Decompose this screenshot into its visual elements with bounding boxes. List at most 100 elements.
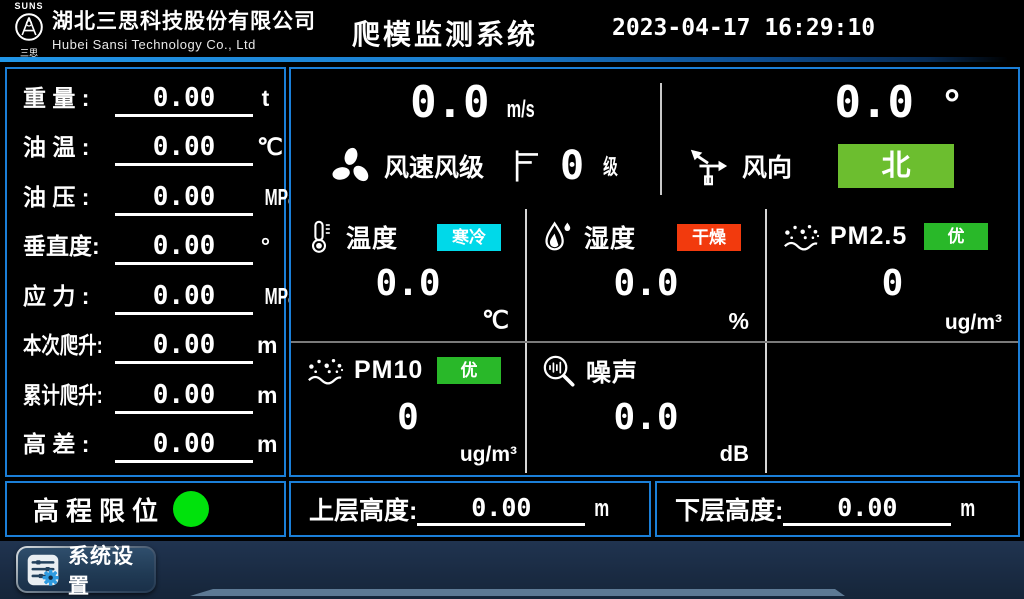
metric-unit: °: [257, 233, 274, 260]
company-name-en: Hubei Sansi Technology Co., Ltd: [52, 37, 316, 52]
env-value: 0: [767, 263, 1018, 304]
status-badge: 干燥: [677, 224, 741, 251]
env-label: PM2.5: [830, 222, 907, 251]
env-label: 噪声: [586, 353, 638, 389]
noise-meter-icon: [541, 353, 577, 389]
wind-level-value: 0: [560, 143, 584, 189]
height-unit: m: [595, 495, 610, 523]
company-logo-icon: [13, 11, 45, 43]
env-label: 温度: [346, 219, 398, 255]
height-label: 上层高度:: [309, 491, 417, 527]
lower-height-panel: 下层高度: 0.00 m: [655, 481, 1020, 537]
env-value: 0.0: [291, 263, 525, 304]
header-divider: [0, 57, 1008, 62]
env-unit: ℃: [482, 306, 509, 335]
environment-panel: 0.0 m/s 风速风级: [289, 67, 1020, 477]
footer-decor-stripe: [190, 589, 845, 596]
env-cell-temperature: 温度 寒冷 0.0 ℃: [291, 209, 525, 341]
metric-row-height-diff: 高 差 : 0.00 m: [23, 425, 274, 463]
dust-icon: [781, 219, 821, 253]
logo-text-top: SUNS: [8, 1, 50, 11]
height-value: 0.00: [783, 493, 951, 526]
flag-icon: [512, 150, 540, 182]
metric-label: 应 力 :: [23, 277, 115, 311]
fan-icon: [330, 145, 372, 187]
wind-vane-icon: [688, 145, 730, 187]
metric-unit: m: [257, 431, 277, 458]
metric-row-current-climb: 本次爬升: 0.00 m: [23, 326, 274, 364]
metric-row-stress: 应 力 : 0.00 MPa: [23, 277, 274, 315]
company-logo: SUNS 三思: [8, 1, 50, 59]
metrics-list: 重 量 : 0.00 t 油 温 : 0.00 ℃ 油 压 : 0.00 MPa…: [7, 69, 284, 475]
metric-label: 重 量 :: [23, 79, 115, 113]
company-name-cn: 湖北三思科技股份有限公司: [52, 5, 316, 35]
metric-label: 本次爬升:: [23, 326, 114, 360]
settings-label: 系统设置: [68, 540, 146, 599]
metric-label: 油 压 :: [23, 178, 115, 212]
wind-speed-section: 0.0 m/s 风速风级: [291, 69, 660, 207]
metric-row-total-climb: 累计爬升: 0.00 m: [23, 376, 274, 414]
thermometer-icon: [305, 219, 337, 255]
metric-row-weight: 重 量 : 0.00 t: [23, 79, 274, 117]
metric-row-verticality: 垂直度: 0.00 °: [23, 227, 274, 265]
status-light: [173, 491, 209, 527]
metric-row-oil-pressure: 油 压 : 0.00 MPa: [23, 178, 274, 216]
height-value: 0.00: [417, 493, 585, 526]
metric-unit: m: [257, 332, 277, 359]
metric-value: 0.00: [115, 281, 253, 315]
metric-label: 高 差 :: [23, 425, 115, 459]
settings-button[interactable]: 系统设置: [16, 546, 156, 593]
env-cell-pm25: PM2.5 优 0 ug/m³: [767, 209, 1018, 341]
datetime-display: 2023-04-17 16:29:10: [612, 15, 875, 41]
elevation-limit-panel: 高程限位: [5, 481, 286, 537]
metric-value: 0.00: [115, 380, 253, 414]
wind-direction-section: 0.0 ° 风向 北: [662, 69, 1018, 207]
wind-speed-label: 风速风级: [384, 148, 484, 184]
env-label: 湿度: [584, 219, 636, 255]
status-badge: 优: [924, 223, 988, 250]
wind-direction-label: 风向: [742, 148, 792, 184]
metric-value: 0.00: [115, 132, 253, 166]
wind-speed-unit: m/s: [506, 96, 534, 124]
metric-value: 0.00: [115, 182, 253, 216]
env-label: PM10: [354, 356, 423, 385]
page-title: 爬模监测系统: [352, 13, 538, 53]
env-unit: dB: [720, 441, 749, 467]
env-value: 0.0: [527, 397, 765, 438]
upper-height-panel: 上层高度: 0.00 m: [289, 481, 651, 537]
env-unit: ug/m³: [460, 443, 517, 467]
wind-level-unit: 级: [603, 151, 618, 181]
status-badge: 寒冷: [437, 224, 501, 251]
height-label: 下层高度:: [675, 491, 783, 527]
metric-label: 油 温 :: [23, 128, 115, 162]
climbing-formwork-monitor-screen: SUNS 三思 湖北三思科技股份有限公司 Hubei Sansi Technol…: [0, 0, 1024, 599]
metric-unit: m: [257, 382, 277, 409]
env-value: 0.0: [527, 263, 765, 304]
env-cell-noise: 噪声 0.0 dB: [527, 343, 765, 473]
footer-bar: 系统设置: [0, 541, 1024, 599]
wind-speed-value: 0.0: [410, 77, 489, 128]
status-badge: 优: [437, 357, 501, 384]
wind-direction-unit: °: [944, 82, 960, 127]
elevation-limit-label: 高程限位: [33, 491, 165, 528]
metric-value: 0.00: [115, 429, 253, 463]
height-unit: m: [961, 495, 976, 523]
wind-direction-value: 0.0: [835, 77, 914, 128]
dust-icon: [305, 353, 345, 387]
metric-unit: t: [257, 85, 274, 112]
metric-unit: ℃: [257, 134, 283, 161]
env-unit: %: [729, 308, 749, 335]
env-cell-pm10: PM10 优 0 ug/m³: [291, 343, 525, 473]
metric-value: 0.00: [115, 330, 253, 364]
header: SUNS 三思 湖北三思科技股份有限公司 Hubei Sansi Technol…: [0, 0, 1024, 57]
env-cell-humidity: 湿度 干燥 0.0 %: [527, 209, 765, 341]
wind-direction-badge: 北: [838, 144, 954, 188]
hydraulic-metrics-panel: 重 量 : 0.00 t 油 温 : 0.00 ℃ 油 压 : 0.00 MPa…: [5, 67, 286, 477]
metric-row-oil-temp: 油 温 : 0.00 ℃: [23, 128, 274, 166]
metric-label: 累计爬升:: [23, 376, 114, 410]
env-value: 0: [291, 397, 525, 438]
company-name: 湖北三思科技股份有限公司 Hubei Sansi Technology Co.,…: [52, 5, 316, 52]
metric-value: 0.00: [115, 231, 253, 265]
water-drop-icon: [541, 219, 575, 255]
env-unit: ug/m³: [945, 311, 1002, 335]
